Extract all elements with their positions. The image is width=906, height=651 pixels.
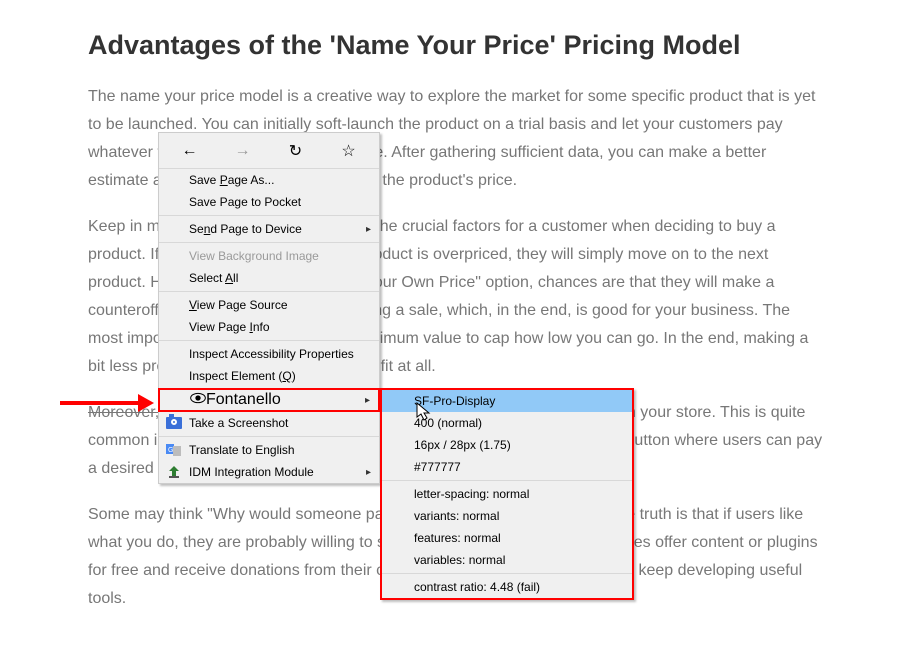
submenu-separator — [382, 573, 632, 574]
menu-inspect-element[interactable]: Inspect Element (Q) — [159, 365, 379, 387]
menu-separator — [159, 340, 379, 341]
font-family-row[interactable]: SF-Pro-Display — [382, 390, 632, 412]
idm-icon — [165, 463, 183, 481]
camera-icon — [165, 414, 183, 432]
menu-send-to-device[interactable]: Send Page to Device — [159, 218, 379, 240]
fontanello-submenu: SF-Pro-Display 400 (normal) 16px / 28px … — [380, 388, 634, 600]
menu-inspect-a11y[interactable]: Inspect Accessibility Properties — [159, 343, 379, 365]
menu-separator — [159, 242, 379, 243]
font-weight-row[interactable]: 400 (normal) — [382, 412, 632, 434]
menu-save-to-pocket[interactable]: Save Page to Pocket — [159, 191, 379, 213]
reload-icon[interactable]: ↻ — [277, 137, 315, 165]
context-menu-lower: Take a Screenshot G Translate to English… — [158, 412, 380, 484]
font-variants-row[interactable]: variants: normal — [382, 505, 632, 527]
menu-idm[interactable]: IDM Integration Module — [159, 461, 379, 483]
menu-save-page-as[interactable]: Save Page As... — [159, 169, 379, 191]
forward-icon[interactable]: → — [224, 137, 262, 165]
menu-select-all[interactable]: Select All — [159, 267, 379, 289]
menu-view-bg-image: View Background Image — [159, 245, 379, 267]
context-menu: ← → ↻ ☆ Save Page As... Save Page to Poc… — [158, 132, 380, 393]
translate-icon: G — [165, 441, 183, 459]
svg-text:G: G — [168, 447, 173, 454]
menu-translate[interactable]: G Translate to English — [159, 439, 379, 461]
menu-separator — [159, 436, 379, 437]
back-icon[interactable]: ← — [171, 137, 209, 165]
context-menu-nav: ← → ↻ ☆ — [159, 133, 379, 169]
font-size-row[interactable]: 16px / 28px (1.75) — [382, 434, 632, 456]
page-title: Advantages of the 'Name Your Price' Pric… — [88, 30, 826, 61]
menu-separator — [159, 215, 379, 216]
menu-view-info[interactable]: View Page Info — [159, 316, 379, 338]
font-color-row[interactable]: #777777 — [382, 456, 632, 478]
font-contrast-row[interactable]: contrast ratio: 4.48 (fail) — [382, 576, 632, 598]
menu-fontanello[interactable]: Fontanello — [160, 389, 378, 411]
menu-fontanello-highlight: Fontanello — [158, 388, 380, 412]
font-features-row[interactable]: features: normal — [382, 527, 632, 549]
menu-take-screenshot[interactable]: Take a Screenshot — [159, 412, 379, 434]
strike-word: Moreover, — [88, 404, 159, 421]
font-variables-row[interactable]: variables: normal — [382, 549, 632, 571]
fontanello-eye-icon — [190, 391, 206, 409]
bookmark-icon[interactable]: ☆ — [330, 137, 368, 165]
submenu-separator — [382, 480, 632, 481]
font-letterspacing-row[interactable]: letter-spacing: normal — [382, 483, 632, 505]
menu-separator — [159, 291, 379, 292]
menu-view-source[interactable]: View Page Source — [159, 294, 379, 316]
